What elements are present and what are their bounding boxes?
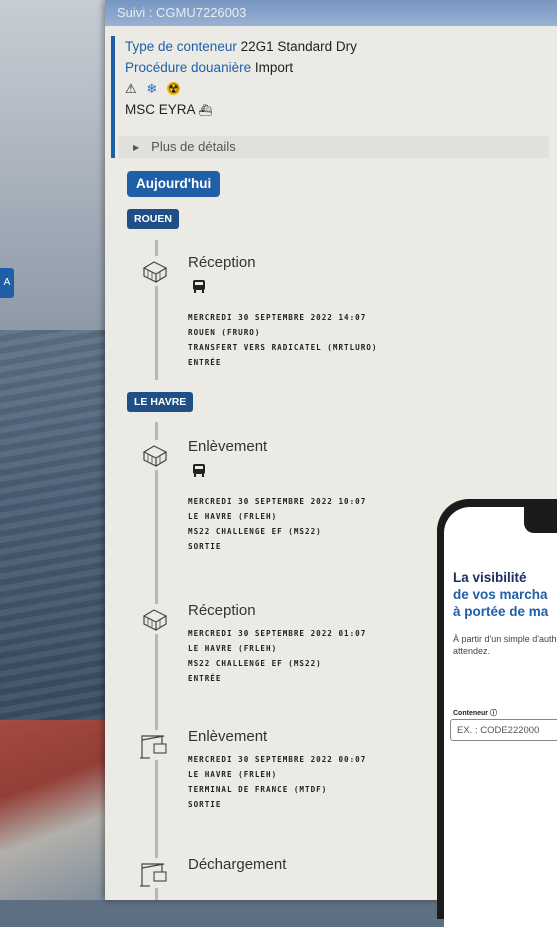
event-location: LE HAVRE (FRLEH) [188,770,278,779]
event-direction: ENTRÉE [188,674,222,683]
warning-icon: ⚠ [125,81,137,96]
bus-icon [193,280,206,294]
background-water [0,330,110,730]
event-transport: MS22 CHALLENGE EF (MS22) [188,659,322,668]
location-badge-le-havre: LE HAVRE [127,392,194,412]
panel-header: Suivi : CGMU7226003 [105,0,557,26]
crane-icon [138,858,170,888]
phone-headline-line-2: de vos marcha [453,587,548,602]
left-side-tab[interactable]: A [0,268,14,298]
event-direction: ENTRÉE [188,358,222,367]
customs-label: Procédure douanière [125,60,252,75]
phone-description: À partir d'un simple d'authentification,… [453,634,557,656]
vessel-row: MSC EYRA ⛴ [125,99,551,120]
event-transport: MS22 CHALLENGE EF (MS22) [188,527,322,536]
event-direction: SORTIE [188,542,222,551]
event-date: MERCREDI 30 SEPTEMBRE 2022 00:07 [188,755,367,764]
customs-value: Import [254,60,294,75]
event-transport: TERMINAL DE FRANCE (MTDF) [188,785,328,794]
event-title: Réception [188,602,256,619]
event-transport: TRANSFERT VERS RADICATEL (MRTLURO) [188,343,378,352]
cargo-icons: ⚠ ❄ ☢ [125,78,551,99]
more-details-toggle[interactable]: ▶ Plus de détails [119,136,549,158]
event-title: Réception [188,254,256,271]
event-title: Déchargement [188,856,287,873]
event-title: Enlèvement [188,728,268,745]
caret-right-icon: ▶ [133,143,140,152]
container-type-row: Type de conteneur 22G1 Standard Dry [125,36,551,57]
customs-row: Procédure douanière Import [125,57,551,78]
vessel-name[interactable]: MSC EYRA [125,102,195,117]
snowflake-icon: ❄ [146,81,158,96]
event-details: MERCREDI 30 SEPTEMBRE 2022 10:07 LE HAVR… [188,494,366,554]
event-direction: SORTIE [188,800,222,809]
event-details: MERCREDI 30 SEPTEMBRE 2022 01:07 LE HAVR… [188,626,366,686]
timeline-line [155,422,158,900]
container-type-label: Type de conteneur [125,39,237,54]
phone-mockup: La visibilité de vos marcha à portée de … [437,499,557,927]
hazard-icon: ☢ [167,81,181,96]
today-button[interactable]: Aujourd'hui [127,171,221,197]
location-badge-rouen: ROUEN [127,209,179,229]
crane-icon [138,730,170,760]
event-details: MERCREDI 30 SEPTEMBRE 2022 14:07 ROUEN (… [188,310,377,370]
event-location: LE HAVRE (FRLEH) [188,512,278,521]
background-sky [0,0,110,330]
phone-headline: La visibilité de vos marcha à portée de … [453,569,557,620]
container-icon [138,256,170,286]
more-details-label: Plus de détails [151,139,236,154]
bus-icon [193,464,206,478]
container-type-value: 22G1 Standard Dry [240,39,357,54]
container-icon [138,604,170,634]
ship-icon: ⛴ [198,105,213,117]
container-icon [138,440,170,470]
container-search-input[interactable]: EX. : CODE222000 [450,719,557,741]
event-details: MERCREDI 30 SEPTEMBRE 2022 00:07 LE HAVR… [188,752,366,812]
event-location: ROUEN (FRURO) [188,328,261,337]
event-title: Enlèvement [188,438,268,455]
event-date: MERCREDI 30 SEPTEMBRE 2022 14:07 [188,313,367,322]
phone-screen: La visibilité de vos marcha à portée de … [444,507,557,927]
event-date: MERCREDI 30 SEPTEMBRE 2022 01:07 [188,629,367,638]
background-ship [0,720,120,900]
phone-headline-line-3: à portée de ma [453,604,549,619]
phone-notch [524,507,557,533]
event-location: LE HAVRE (FRLEH) [188,644,278,653]
phone-headline-line-1: La visibilité [453,570,527,585]
event-date: MERCREDI 30 SEPTEMBRE 2022 10:07 [188,497,367,506]
container-field-label: Conteneur ⓘ [453,710,497,717]
